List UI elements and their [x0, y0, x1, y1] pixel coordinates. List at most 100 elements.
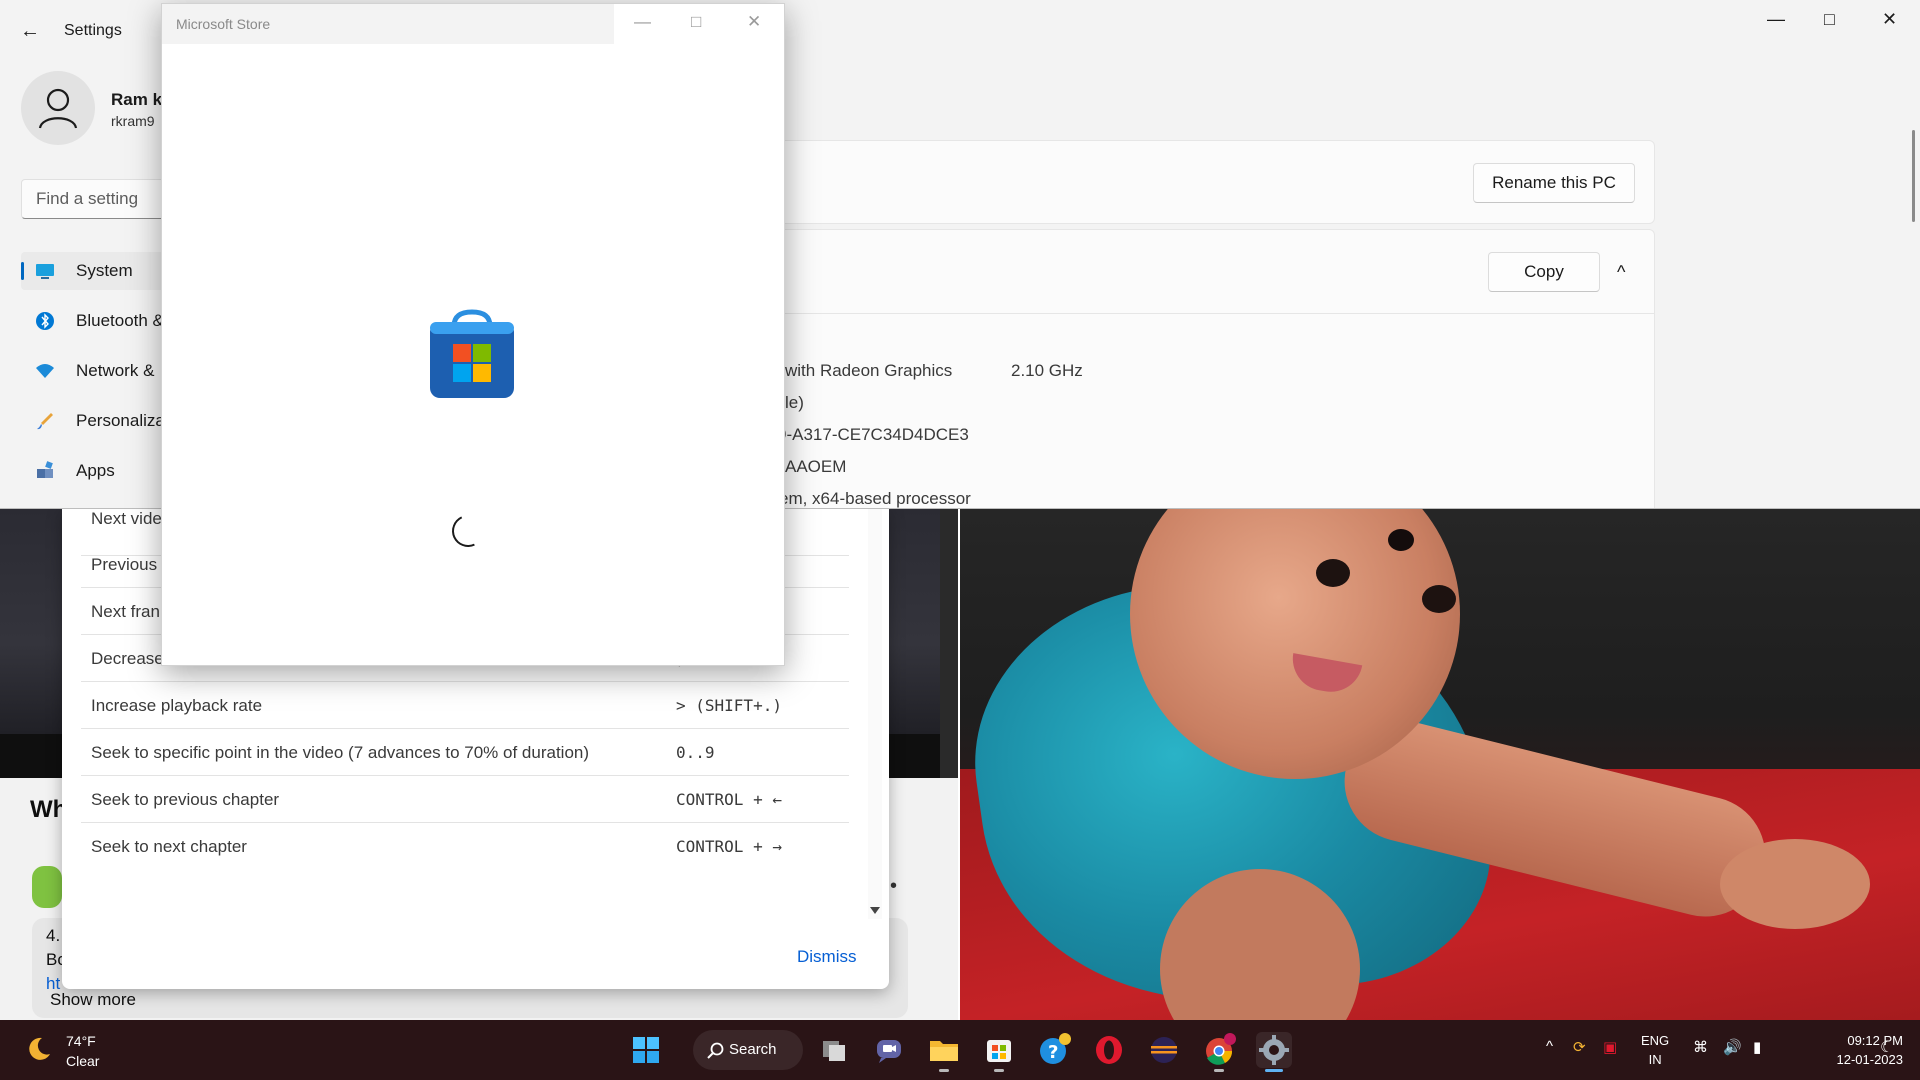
minimize-icon[interactable]: —: [1767, 9, 1785, 30]
sidebar-item-system[interactable]: System: [21, 252, 171, 290]
opera-button[interactable]: [1091, 1032, 1127, 1068]
minimize-icon[interactable]: —: [634, 12, 651, 32]
monitor-icon: [36, 264, 54, 279]
baby-photo: [960, 509, 1920, 1020]
file-explorer-button[interactable]: [926, 1032, 962, 1072]
language: ENG: [1641, 1033, 1670, 1048]
settings-scrollbar[interactable]: [1912, 130, 1915, 222]
apps-icon: [37, 461, 53, 478]
chrome-icon: [1206, 1033, 1236, 1065]
spec-speed: 2.10 GHz: [1011, 361, 1083, 380]
running-indicator: [1214, 1069, 1224, 1072]
region: IN: [1648, 1052, 1662, 1067]
description-line: 4.: [46, 926, 61, 945]
file-explorer-icon: [930, 1041, 958, 1061]
chevron-up-icon[interactable]: ^: [1617, 262, 1625, 283]
maximize-icon[interactable]: □: [691, 12, 701, 32]
start-button[interactable]: [628, 1032, 664, 1068]
wifi-icon[interactable]: ⌘: [1693, 1038, 1708, 1056]
eclipse-icon: [1151, 1037, 1177, 1063]
start-icon: [633, 1037, 659, 1063]
sidebar-item-label: Bluetooth &: [76, 311, 164, 330]
spec-device-id: 9-A317-CE7C34D4DCE3: [777, 425, 969, 444]
shortcut-label: Increase playback rate: [91, 696, 263, 715]
sidebar-item-personalization[interactable]: Personaliza: [21, 402, 171, 440]
device-name-card: Rename this PC: [760, 140, 1655, 224]
shortcut-row: Increase playback rate > (SHIFT+.): [81, 682, 849, 729]
get-help-button[interactable]: ?: [1036, 1032, 1072, 1068]
copy-button[interactable]: Copy: [1488, 252, 1600, 292]
notifications-icon[interactable]: ☾: [1880, 1038, 1893, 1056]
chrome-button[interactable]: [1201, 1032, 1237, 1072]
shortcut-key: > (SHIFT+.): [676, 696, 782, 715]
spec-ram: le): [785, 393, 804, 412]
teams-chat-icon: [877, 1040, 901, 1063]
chevron-up-icon[interactable]: ^: [1546, 1038, 1553, 1055]
weather-temperature[interactable]: 74°F: [66, 1033, 96, 1049]
loading-spinner: [447, 510, 489, 552]
shortcut-key: CONTROL + ←: [676, 790, 782, 809]
taskbar: 74°F Clear Search ? ^ ⟳ ▣ ENG IN ⌘ 🔊 ▮ 0…: [0, 1020, 1920, 1080]
dismiss-button[interactable]: Dismiss: [797, 947, 857, 967]
shortcut-row: Seek to next chapter CONTROL + →: [81, 823, 849, 870]
language-indicator[interactable]: ENG IN: [1641, 1031, 1669, 1069]
user-email: rkram9: [111, 113, 155, 129]
shortcut-row: Seek to previous chapter CONTROL + ←: [81, 776, 849, 823]
selection-indicator: [21, 262, 24, 280]
sidebar-item-bluetooth[interactable]: Bluetooth &: [21, 302, 171, 340]
user-name: Ram k: [111, 90, 163, 109]
sidebar-item-label: Network &: [76, 361, 155, 380]
volume-icon[interactable]: 🔊: [1723, 1038, 1742, 1056]
microsoft-store-button[interactable]: [981, 1032, 1017, 1072]
weather-condition[interactable]: Clear: [66, 1053, 99, 1069]
shortcut-label: Seek to specific point in the video (7 a…: [91, 743, 590, 762]
get-help-icon: ?: [1040, 1033, 1071, 1064]
wifi-icon: [36, 364, 54, 378]
maximize-icon[interactable]: □: [1824, 9, 1835, 30]
sync-icon[interactable]: ⟳: [1573, 1038, 1586, 1056]
moon-icon[interactable]: [26, 1036, 52, 1062]
shortcut-label: Next fran: [91, 602, 160, 621]
titlebar[interactable]: Microsoft Store: [162, 4, 614, 44]
search-icon: [707, 1042, 724, 1059]
microsoft-store-window: Microsoft Store — □ ✕: [161, 3, 785, 666]
microsoft-store-icon: [430, 309, 514, 398]
running-indicator: [939, 1069, 949, 1072]
sidebar-item-network[interactable]: Network &: [21, 352, 171, 390]
battery-icon[interactable]: ▮: [1753, 1038, 1761, 1056]
spec-processor: with Radeon Graphics: [785, 361, 953, 380]
brush-icon: [37, 413, 53, 430]
sidebar-item-label: System: [76, 261, 133, 280]
app-tray-icon[interactable]: ▣: [1603, 1038, 1617, 1056]
avatar[interactable]: [21, 71, 95, 145]
close-icon[interactable]: ✕: [747, 12, 761, 32]
taskbar-search-button[interactable]: Search: [693, 1030, 803, 1070]
scroll-down-arrow-icon[interactable]: [870, 907, 880, 914]
settings-icon: [1259, 1035, 1289, 1065]
sidebar-item-label: Apps: [76, 461, 115, 480]
search-input[interactable]: Find a setting: [21, 179, 171, 219]
show-more-link[interactable]: Show more: [50, 990, 136, 1010]
task-view-button[interactable]: [816, 1032, 852, 1068]
back-arrow-icon[interactable]: ←: [20, 20, 40, 43]
opera-icon: [1096, 1036, 1122, 1064]
teams-chat-button[interactable]: [871, 1032, 907, 1068]
microsoft-store-icon: [987, 1040, 1011, 1062]
sidebar-item-apps[interactable]: Apps: [21, 452, 171, 490]
channel-avatar[interactable]: [32, 866, 62, 908]
search-label: Search: [729, 1041, 777, 1058]
dialog-scrollbar[interactable]: [868, 509, 882, 919]
close-icon[interactable]: ✕: [1882, 9, 1897, 30]
window-title: Microsoft Store: [176, 16, 271, 32]
bluetooth-icon: [36, 312, 54, 330]
window-title: Settings: [64, 22, 122, 39]
spec-system-type: em, x64-based processor: [779, 489, 971, 508]
eclipse-button[interactable]: [1146, 1032, 1182, 1068]
sidebar-item-label: Personaliza: [76, 411, 165, 430]
more-options-icon[interactable]: •: [890, 875, 897, 898]
shortcut-label: Next vide: [91, 509, 162, 528]
spec-product-id: AAOEM: [785, 457, 847, 476]
rename-pc-button[interactable]: Rename this PC: [1473, 163, 1635, 203]
settings-button[interactable]: [1256, 1032, 1292, 1072]
svg-text:?: ?: [1048, 1042, 1058, 1063]
